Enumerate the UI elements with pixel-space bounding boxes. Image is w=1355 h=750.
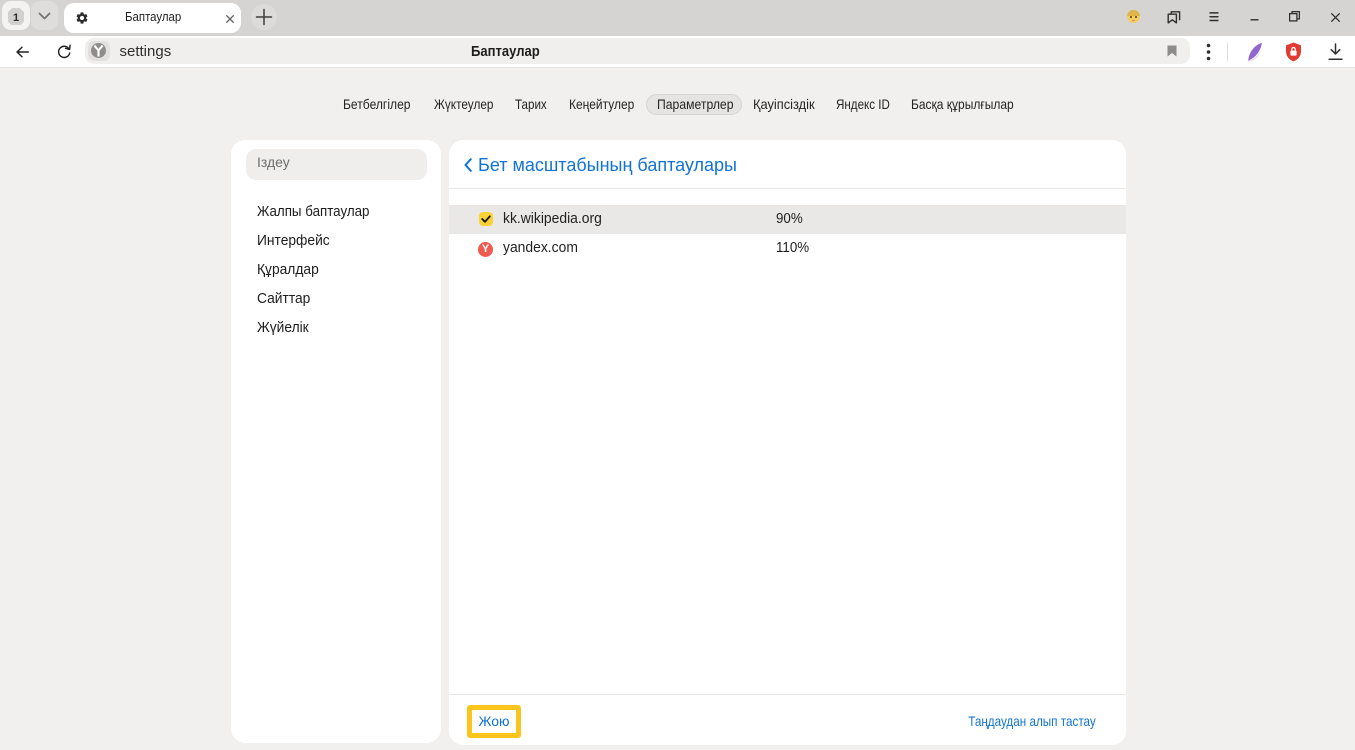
svg-text:1: 1 <box>13 12 19 24</box>
